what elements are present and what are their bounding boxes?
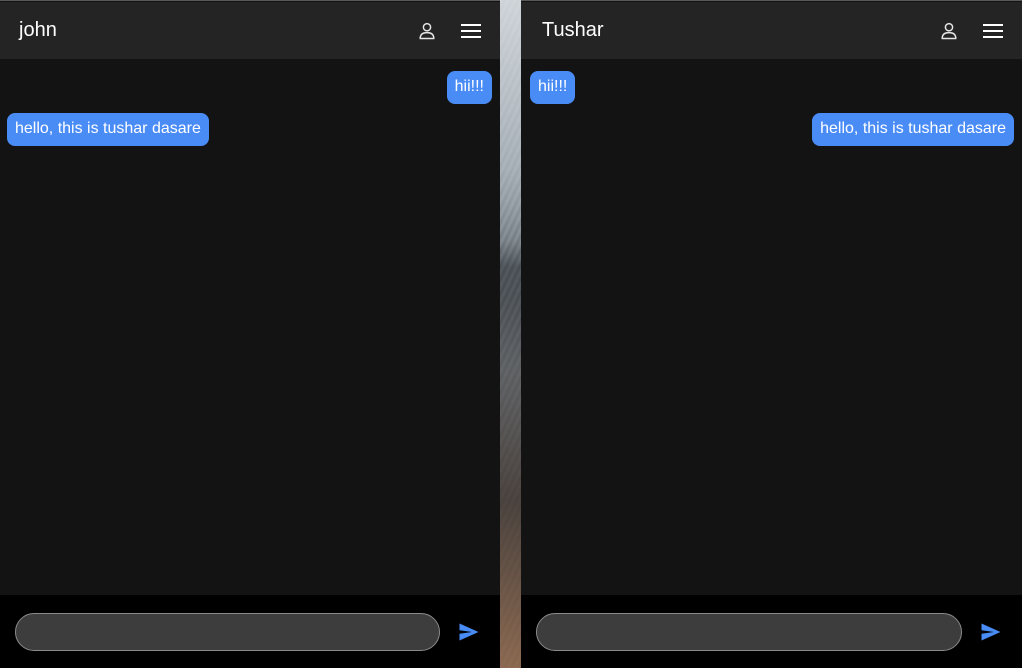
message-bubble: hii!!! xyxy=(446,71,492,104)
send-icon[interactable] xyxy=(978,619,1004,645)
message-row: hii!!! xyxy=(530,71,1014,104)
message-list: hii!!! hello, this is tushar dasare xyxy=(521,59,1022,595)
person-icon[interactable] xyxy=(937,19,961,43)
hamburger-menu-icon[interactable] xyxy=(981,19,1005,43)
chat-title: Tushar xyxy=(542,18,604,41)
message-row: hii!!! xyxy=(7,71,492,104)
hamburger-menu-icon[interactable] xyxy=(459,19,483,43)
chat-header: john xyxy=(0,2,500,59)
message-input[interactable] xyxy=(15,612,440,651)
composer-bar xyxy=(0,595,500,668)
send-icon[interactable] xyxy=(456,619,482,645)
message-list: hii!!! hello, this is tushar dasare xyxy=(0,59,500,595)
message-bubble: hii!!! xyxy=(530,71,576,104)
chat-header: Tushar xyxy=(521,2,1022,59)
wallpaper-strip xyxy=(500,0,521,668)
person-icon[interactable] xyxy=(415,19,439,43)
message-bubble: hello, this is tushar dasare xyxy=(812,113,1014,146)
chat-window-john: john hii!!! hello, this is tushar dasare xyxy=(0,0,500,668)
message-row: hello, this is tushar dasare xyxy=(7,113,492,146)
message-input[interactable] xyxy=(536,612,962,651)
chat-title: john xyxy=(19,18,57,41)
composer-bar xyxy=(521,595,1022,668)
message-bubble: hello, this is tushar dasare xyxy=(7,113,209,146)
desktop-background: john hii!!! hello, this is tushar dasare… xyxy=(0,0,1022,668)
chat-window-tushar: Tushar hii!!! hello, this is tushar dasa… xyxy=(521,0,1022,668)
message-row: hello, this is tushar dasare xyxy=(530,113,1014,146)
